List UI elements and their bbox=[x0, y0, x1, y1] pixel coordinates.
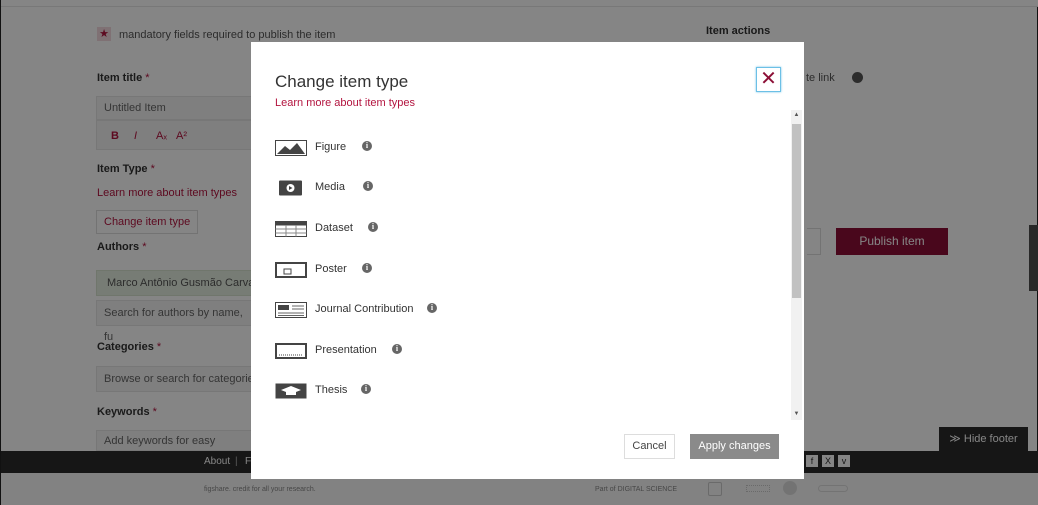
item-type-label: Thesis bbox=[315, 384, 348, 396]
info-icon[interactable]: i bbox=[362, 141, 372, 151]
item-type-list: Figure i Media i Dataset i Poster i Jour… bbox=[251, 110, 804, 420]
scroll-thumb[interactable] bbox=[792, 124, 801, 298]
item-type-figure[interactable]: Figure i bbox=[275, 135, 475, 159]
item-type-dataset[interactable]: Dataset i bbox=[275, 216, 475, 240]
info-icon[interactable]: i bbox=[427, 303, 437, 313]
scroll-up-arrow-icon[interactable]: ▲ bbox=[791, 110, 802, 121]
scroll-down-arrow-icon[interactable]: ▼ bbox=[791, 409, 802, 420]
item-type-media[interactable]: Media i bbox=[275, 175, 475, 199]
apply-changes-button[interactable]: Apply changes bbox=[690, 434, 779, 459]
info-icon[interactable]: i bbox=[392, 344, 402, 354]
info-icon[interactable]: i bbox=[362, 263, 372, 273]
info-icon[interactable]: i bbox=[368, 222, 378, 232]
poster-icon bbox=[275, 262, 307, 278]
dialog-title: Change item type bbox=[275, 72, 409, 91]
item-type-label: Journal Contribution bbox=[315, 303, 414, 315]
item-type-label: Figure bbox=[315, 141, 347, 153]
journal-contribution-icon bbox=[275, 302, 307, 318]
media-icon bbox=[279, 180, 302, 196]
thesis-icon bbox=[275, 383, 307, 399]
info-icon[interactable]: i bbox=[363, 181, 373, 191]
list-scrollbar[interactable]: ▲ ▼ bbox=[791, 110, 802, 420]
info-icon[interactable]: i bbox=[361, 384, 371, 394]
figure-icon bbox=[275, 140, 307, 156]
change-item-type-dialog: Change item type Learn more about item t… bbox=[251, 42, 804, 479]
item-type-label: Media bbox=[315, 181, 345, 193]
item-type-label: Poster bbox=[315, 263, 347, 275]
presentation-icon bbox=[275, 343, 307, 359]
item-type-thesis[interactable]: Thesis i bbox=[275, 378, 475, 402]
learn-more-item-types-link[interactable]: Learn more about item types bbox=[275, 97, 415, 109]
item-type-journal-contribution[interactable]: Journal Contribution i bbox=[275, 297, 495, 321]
cancel-button[interactable]: Cancel bbox=[624, 434, 675, 459]
dataset-icon bbox=[275, 221, 307, 237]
item-type-label: Dataset bbox=[315, 222, 353, 234]
item-type-label: Presentation bbox=[315, 344, 377, 356]
item-type-poster[interactable]: Poster i bbox=[275, 257, 475, 281]
item-type-presentation[interactable]: Presentation i bbox=[275, 338, 475, 362]
close-icon[interactable]: ✕ bbox=[756, 67, 781, 92]
